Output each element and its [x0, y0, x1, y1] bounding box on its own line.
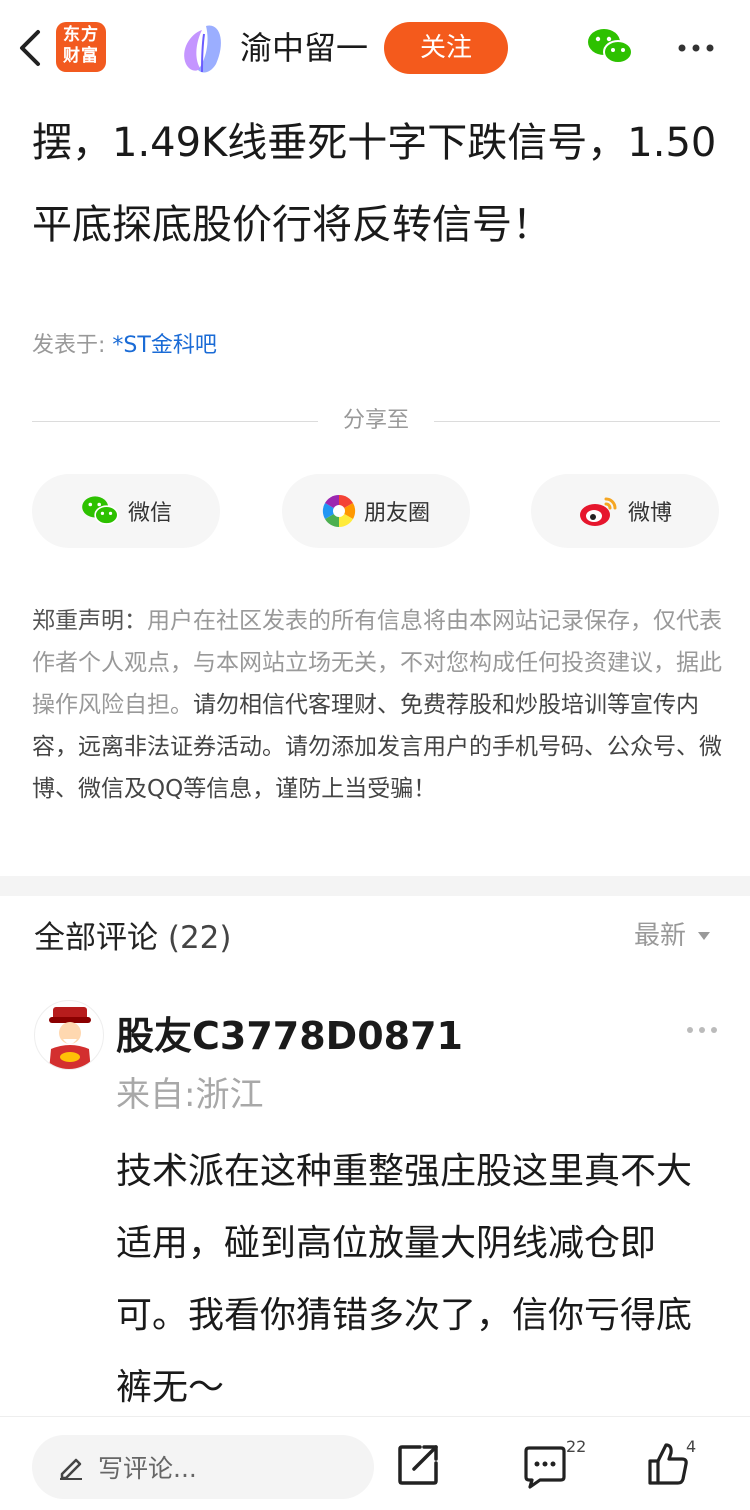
app-logo-line1: 东方: [63, 25, 99, 45]
sort-dropdown[interactable]: 最新: [634, 914, 711, 958]
divider-line-right: [434, 421, 720, 422]
author-avatar-icon[interactable]: [176, 20, 230, 76]
share-weibo-button[interactable]: 微博: [531, 474, 719, 548]
back-arrow-icon[interactable]: [14, 26, 50, 70]
comments-count: (22): [167, 920, 232, 956]
weibo-icon: [579, 497, 617, 526]
wechat-icon: [82, 496, 119, 525]
comment-count-badge: 22: [566, 1437, 587, 1456]
disclaimer: 郑重声明：用户在社区发表的所有信息将由本网站记录保存，仅代表作者个人观点，与本网…: [32, 600, 722, 810]
share-icon[interactable]: [396, 1443, 440, 1487]
caret-down-icon: [698, 932, 711, 940]
bar-link[interactable]: *ST金科吧: [112, 333, 216, 358]
bottom-bar: 写评论... 22 4: [0, 1416, 750, 1510]
god-of-wealth-avatar-icon: [49, 1007, 91, 1069]
posted-in: 发表于: *ST金科吧: [32, 328, 217, 364]
app-logo[interactable]: 东方 财富: [56, 22, 106, 72]
share-wechat-label: 微信: [127, 501, 172, 526]
write-comment-placeholder: 写评论...: [98, 1454, 197, 1483]
post-title: 摆，1.49K线垂死十字下跌信号，1.50平底探底股价行将反转信号！: [32, 120, 717, 248]
disclaimer-label: 郑重声明：: [32, 608, 147, 634]
avatar[interactable]: [34, 1000, 104, 1070]
share-moments-button[interactable]: 朋友圈: [282, 474, 470, 548]
author-name[interactable]: 渝中留一: [240, 24, 368, 72]
comment-more-icon[interactable]: [684, 1024, 720, 1036]
share-divider: 分享至: [32, 404, 720, 438]
write-comment-input[interactable]: 写评论...: [32, 1435, 374, 1499]
share-wechat-button[interactable]: 微信: [32, 474, 220, 548]
comment-location: 来自:浙江: [116, 1075, 264, 1115]
follow-button[interactable]: 关注: [384, 22, 508, 74]
posted-in-label: 发表于:: [32, 333, 106, 358]
section-divider: [0, 876, 750, 896]
more-icon[interactable]: [676, 42, 716, 54]
top-header: 东方 财富 渝中留一 关注: [0, 0, 750, 96]
like-count-badge: 4: [686, 1437, 697, 1456]
sort-label: 最新: [634, 921, 687, 951]
comment-username[interactable]: 股友C3778D0871: [116, 1006, 463, 1066]
wechat-icon[interactable]: [586, 26, 634, 68]
comment-body: 技术派在这种重整强庄股这里真不大适用，碰到高位放量大阴线减仓即可。我看你猜错多次…: [116, 1151, 693, 1408]
share-weibo-label: 微博: [627, 501, 672, 526]
like-icon[interactable]: [646, 1441, 690, 1487]
comment-icon[interactable]: [522, 1445, 568, 1489]
pencil-icon: [60, 1458, 82, 1480]
comments-header: 全部评论 (22): [34, 912, 232, 964]
app-logo-line2: 财富: [63, 46, 99, 66]
comments-title: 全部评论: [34, 920, 158, 956]
moments-icon: [322, 494, 356, 528]
share-moments-label: 朋友圈: [363, 501, 430, 526]
